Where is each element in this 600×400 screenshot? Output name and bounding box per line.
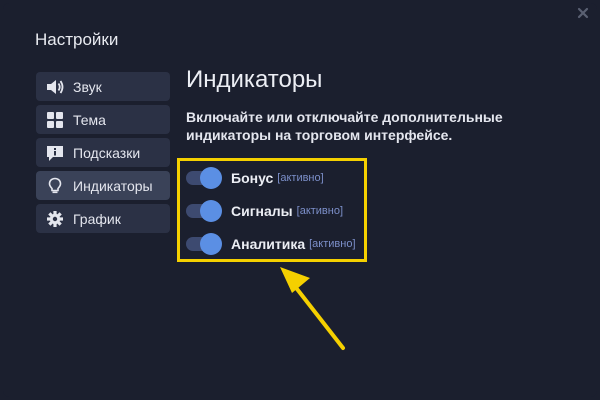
toggle-label: Сигналы xyxy=(231,203,293,219)
toggle-knob xyxy=(200,233,222,255)
toggle-row-bonus: Бонус [активно] xyxy=(186,166,324,190)
description-line-2: индикаторы на торговом интерфейсе. xyxy=(186,127,453,143)
lightbulb-icon xyxy=(45,177,65,195)
close-icon[interactable] xyxy=(576,6,590,20)
settings-window: Настройки Звук Тема Подсказки Индикаторы… xyxy=(0,0,600,400)
indicators-section: Индикаторы Включайте или отключайте допо… xyxy=(186,66,576,144)
gear-icon xyxy=(45,210,65,228)
window-title: Настройки xyxy=(35,30,119,49)
toggle-status: [активно] xyxy=(296,205,344,217)
section-description: Включайте или отключайте дополнительные … xyxy=(186,108,576,144)
signals-toggle[interactable] xyxy=(186,200,222,222)
toggle-row-signals: Сигналы [активно] xyxy=(186,199,343,223)
toggle-status: [активно] xyxy=(309,238,356,250)
settings-sidebar: Звук Тема Подсказки Индикаторы График xyxy=(36,72,170,237)
description-line-1: Включайте или отключайте дополнительные xyxy=(186,109,503,125)
info-icon xyxy=(45,144,65,162)
toggle-label: Аналитика xyxy=(231,236,306,252)
toggle-row-analytics: Аналитика [активно] xyxy=(186,232,356,256)
section-heading: Индикаторы xyxy=(186,66,323,93)
sidebar-item-sound[interactable]: Звук xyxy=(36,72,170,101)
sidebar-item-label: Тема xyxy=(73,111,106,128)
toggle-status: [активно] xyxy=(277,172,324,184)
speaker-icon xyxy=(45,78,65,96)
pointer-arrow-icon xyxy=(270,260,360,360)
grid-icon xyxy=(45,111,65,129)
sidebar-item-label: Подсказки xyxy=(73,144,141,161)
toggle-label: Бонус xyxy=(231,170,274,186)
sidebar-item-label: Индикаторы xyxy=(73,177,153,194)
sidebar-item-label: Звук xyxy=(73,78,102,95)
toggle-knob xyxy=(200,200,222,222)
sidebar-item-hints[interactable]: Подсказки xyxy=(36,138,170,167)
analytics-toggle[interactable] xyxy=(186,233,222,255)
toggle-knob xyxy=(200,167,222,189)
sidebar-item-label: График xyxy=(73,210,121,227)
sidebar-item-chart[interactable]: График xyxy=(36,204,170,233)
bonus-toggle[interactable] xyxy=(186,167,222,189)
sidebar-item-theme[interactable]: Тема xyxy=(36,105,170,134)
sidebar-item-indicators[interactable]: Индикаторы xyxy=(36,171,170,200)
